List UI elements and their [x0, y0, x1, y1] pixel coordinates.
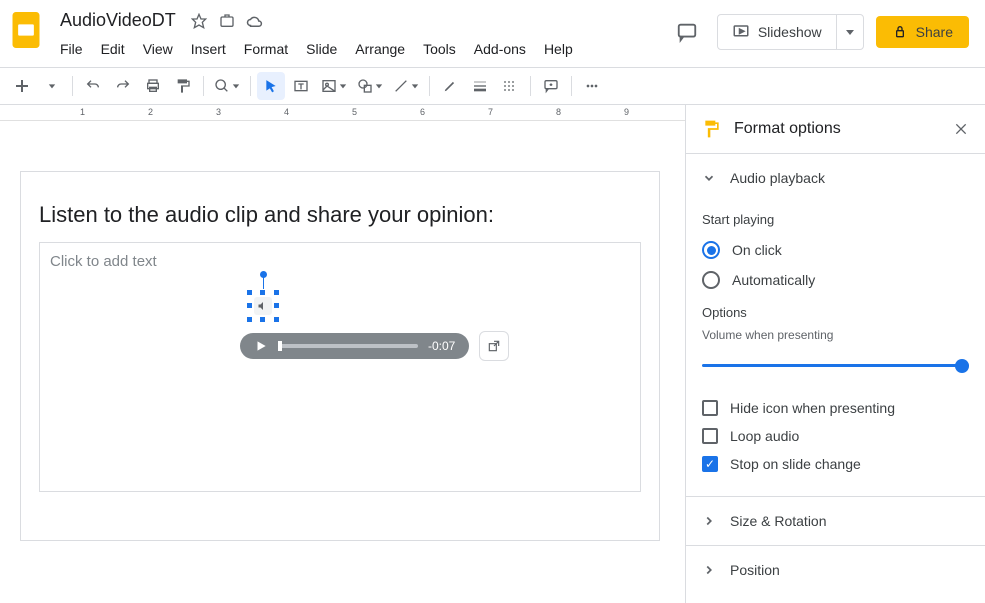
- options-label: Options: [702, 305, 969, 320]
- star-icon[interactable]: [190, 12, 208, 30]
- checkbox-icon: [702, 428, 718, 444]
- radio-icon: [702, 241, 720, 259]
- select-tool[interactable]: [257, 72, 285, 100]
- menu-slide[interactable]: Slide: [298, 37, 345, 61]
- textbox-tool[interactable]: [287, 72, 315, 100]
- horizontal-ruler: 1 2 3 4 5 6 7 8 9: [0, 105, 685, 121]
- new-slide-button[interactable]: [8, 72, 36, 100]
- line-dash-icon[interactable]: [496, 72, 524, 100]
- share-button[interactable]: Share: [876, 16, 969, 48]
- menubar: File Edit View Insert Format Slide Arran…: [52, 33, 669, 61]
- print-button[interactable]: [139, 72, 167, 100]
- cloud-icon[interactable]: [246, 12, 264, 30]
- start-playing-label: Start playing: [702, 212, 969, 227]
- section-size-rotation[interactable]: Size & Rotation: [686, 497, 985, 545]
- comment-tool[interactable]: [537, 72, 565, 100]
- app-logo[interactable]: [8, 12, 44, 48]
- play-button[interactable]: [254, 339, 268, 353]
- menu-tools[interactable]: Tools: [415, 37, 464, 61]
- format-options-icon: [702, 119, 722, 139]
- shape-tool[interactable]: [353, 72, 387, 100]
- resize-handle[interactable]: [273, 316, 280, 323]
- chevron-right-icon: [702, 563, 716, 577]
- audio-player: -0:07: [240, 331, 509, 361]
- section-label: Size & Rotation: [730, 513, 827, 529]
- sidebar-title: Format options: [734, 120, 941, 138]
- volume-label: Volume when presenting: [702, 328, 969, 342]
- section-label: Audio playback: [730, 170, 825, 186]
- time-remaining: -0:07: [428, 339, 455, 353]
- resize-handle[interactable]: [273, 289, 280, 296]
- line-weight-icon[interactable]: [466, 72, 494, 100]
- resize-handle[interactable]: [246, 316, 253, 323]
- audio-object[interactable]: [250, 293, 276, 319]
- pen-icon[interactable]: [436, 72, 464, 100]
- slideshow-dropdown[interactable]: [836, 15, 863, 49]
- menu-insert[interactable]: Insert: [183, 37, 234, 61]
- radio-on-click[interactable]: On click: [702, 235, 969, 265]
- menu-format[interactable]: Format: [236, 37, 296, 61]
- body-placeholder: Click to add text: [50, 253, 630, 270]
- menu-addons[interactable]: Add-ons: [466, 37, 534, 61]
- speaker-icon: [254, 297, 272, 315]
- slide-body[interactable]: Click to add text: [39, 242, 641, 492]
- check-stop-on-change[interactable]: Stop on slide change: [702, 450, 969, 478]
- redo-button[interactable]: [109, 72, 137, 100]
- check-loop-audio[interactable]: Loop audio: [702, 422, 969, 450]
- slideshow-label: Slideshow: [758, 24, 822, 40]
- toolbar: [0, 67, 985, 105]
- undo-button[interactable]: [79, 72, 107, 100]
- checkbox-icon: [702, 400, 718, 416]
- menu-edit[interactable]: Edit: [93, 37, 133, 61]
- resize-handle[interactable]: [259, 289, 266, 296]
- share-label: Share: [916, 24, 953, 40]
- menu-arrange[interactable]: Arrange: [347, 37, 413, 61]
- slide-canvas[interactable]: Listen to the audio clip and share your …: [20, 171, 660, 541]
- menu-help[interactable]: Help: [536, 37, 581, 61]
- close-icon[interactable]: [953, 121, 969, 137]
- comments-button[interactable]: [669, 14, 705, 50]
- slide-title[interactable]: Listen to the audio clip and share your …: [39, 202, 641, 228]
- line-tool[interactable]: [389, 72, 423, 100]
- resize-handle[interactable]: [259, 316, 266, 323]
- section-label: Position: [730, 562, 780, 578]
- move-icon[interactable]: [218, 12, 236, 30]
- popout-button[interactable]: [479, 331, 509, 361]
- radio-automatically[interactable]: Automatically: [702, 265, 969, 295]
- new-slide-dropdown[interactable]: [38, 72, 66, 100]
- resize-handle[interactable]: [246, 302, 253, 309]
- format-options-sidebar: Format options Audio playback Start play…: [685, 105, 985, 603]
- menu-file[interactable]: File: [52, 37, 91, 61]
- image-tool[interactable]: [317, 72, 351, 100]
- resize-handle[interactable]: [273, 302, 280, 309]
- chevron-down-icon: [702, 171, 716, 185]
- resize-handle[interactable]: [246, 289, 253, 296]
- paint-format-button[interactable]: [169, 72, 197, 100]
- more-button[interactable]: [578, 72, 606, 100]
- menu-view[interactable]: View: [135, 37, 181, 61]
- section-audio-playback[interactable]: Audio playback: [686, 154, 985, 202]
- volume-slider[interactable]: [702, 356, 969, 376]
- document-title[interactable]: AudioVideoDT: [56, 8, 180, 33]
- slideshow-button[interactable]: Slideshow: [718, 15, 836, 49]
- chevron-right-icon: [702, 514, 716, 528]
- section-position[interactable]: Position: [686, 546, 985, 594]
- seek-track[interactable]: [278, 344, 418, 348]
- radio-icon: [702, 271, 720, 289]
- check-hide-icon[interactable]: Hide icon when presenting: [702, 394, 969, 422]
- zoom-button[interactable]: [210, 72, 244, 100]
- checkbox-icon: [702, 456, 718, 472]
